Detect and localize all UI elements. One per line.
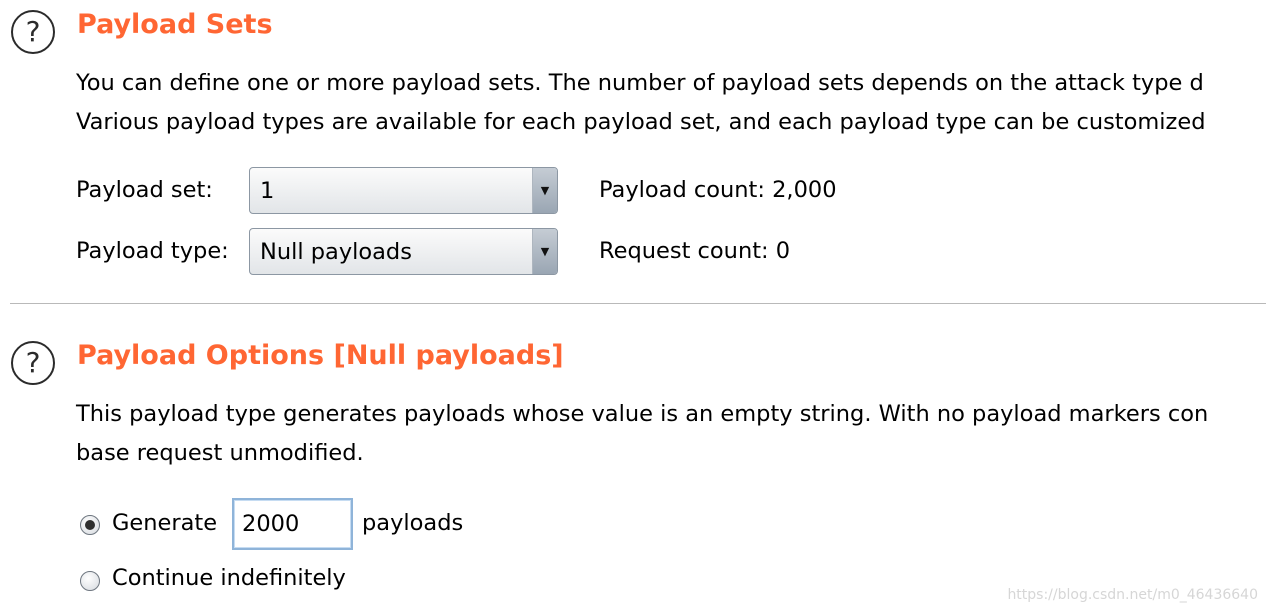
help-icon[interactable]: ? (11, 341, 55, 385)
payload-sets-heading: Payload Sets (77, 9, 273, 40)
payload-options-heading: Payload Options [Null payloads] (77, 340, 564, 371)
intruder-payloads-panel: ? Payload Sets You can define one or mor… (0, 0, 1266, 611)
payloads-suffix-label: payloads (362, 510, 464, 536)
payload-type-value: Null payloads (260, 238, 412, 265)
payload-set-dropdown[interactable]: 1 ▼ (249, 167, 558, 214)
watermark: https://blog.csdn.net/m0_46436640 (1007, 587, 1258, 603)
request-count-text: Request count: 0 (599, 238, 791, 264)
payload-options-description-line1: This payload type generates payloads who… (76, 401, 1209, 427)
payload-type-dropdown[interactable]: Null payloads ▼ (249, 228, 558, 275)
payload-options-description-line2: base request unmodified. (76, 440, 364, 466)
continue-indefinitely-radio[interactable] (80, 571, 100, 591)
continue-indefinitely-label: Continue indefinitely (112, 565, 346, 591)
section-divider (10, 303, 1266, 304)
generate-count-input[interactable] (232, 498, 353, 550)
payload-set-value: 1 (260, 177, 275, 204)
help-icon[interactable]: ? (11, 10, 55, 54)
chevron-down-icon[interactable]: ▼ (532, 168, 557, 213)
payload-sets-description-line2: Various payload types are available for … (76, 109, 1206, 135)
payload-count-text: Payload count: 2,000 (599, 177, 837, 203)
payload-sets-description-line1: You can define one or more payload sets.… (76, 70, 1204, 96)
payload-set-label: Payload set: (76, 177, 213, 203)
generate-label: Generate (112, 510, 218, 536)
chevron-down-icon[interactable]: ▼ (532, 229, 557, 274)
generate-radio[interactable] (80, 515, 100, 535)
payload-type-label: Payload type: (76, 238, 229, 264)
radio-selected-dot (85, 520, 95, 530)
